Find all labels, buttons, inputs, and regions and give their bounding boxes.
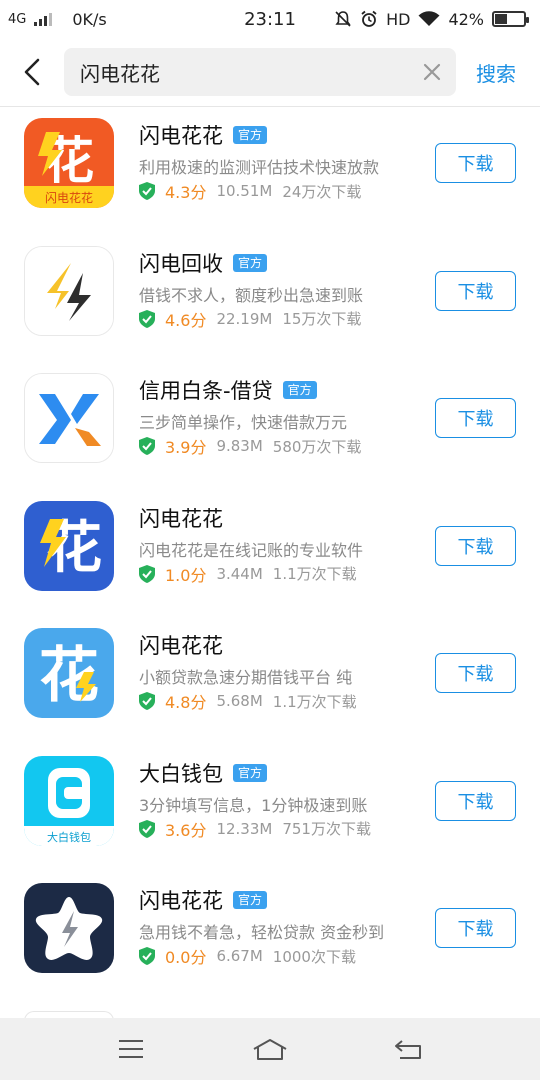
official-badge: 官方 <box>233 763 268 782</box>
app-rating: 4.8分 <box>165 693 207 712</box>
app-icon-wallet-cyan[interactable]: 大白钱包 <box>24 755 114 846</box>
verified-shield-icon <box>139 947 155 965</box>
app-size: 10.51M <box>216 182 273 200</box>
list-item[interactable]: 花 闪电花花 小额贷款急速分期借钱平台 纯 4.8分 5.68M 1.1万次下载… <box>0 617 540 745</box>
app-rating: 3.9分 <box>165 438 207 457</box>
download-button[interactable]: 下载 <box>435 525 516 566</box>
hd-indicator: HD <box>386 9 411 29</box>
verified-shield-icon <box>139 437 155 455</box>
app-description: 借钱不求人，额度秒出急速到账 <box>139 285 364 305</box>
verified-shield-icon <box>139 564 155 583</box>
app-downloads: 1000次下载 <box>272 947 356 966</box>
clock: 23:11 <box>244 8 296 30</box>
system-nav-bar <box>0 1018 540 1080</box>
list-item[interactable]: 闪电花花 官方 急用钱不着急，轻松贷款 资金秒到 0.0分 6.67M 1000… <box>0 872 540 1000</box>
verified-shield-icon <box>139 819 155 838</box>
alarm-icon <box>361 10 377 27</box>
wifi-icon <box>418 11 440 26</box>
signal-icon <box>34 12 53 26</box>
search-button[interactable]: 搜索 <box>476 58 516 87</box>
app-size: 22.19M <box>216 309 273 328</box>
verified-shield-icon <box>139 309 155 328</box>
app-size: 12.33M <box>216 819 273 838</box>
status-bar: 4G 0K/s 23:11 HD 42% <box>0 0 540 38</box>
app-downloads: 580万次下载 <box>272 437 362 456</box>
download-button[interactable]: 下载 <box>435 143 516 183</box>
verified-shield-icon <box>139 692 155 710</box>
chevron-left-icon <box>24 58 40 86</box>
app-description: 三步简单操作，快速借款万元 <box>139 413 348 432</box>
app-name: 闪电回收 <box>139 251 223 276</box>
list-item[interactable]: 闪电回收 官方 借钱不求人，额度秒出急速到账 4.6分 22.19M 15万次下… <box>0 235 540 363</box>
download-button[interactable]: 下载 <box>435 653 516 693</box>
mute-icon <box>335 11 351 27</box>
download-button[interactable]: 下载 <box>435 270 516 311</box>
app-size: 5.68M <box>216 692 263 710</box>
list-item[interactable]: 花 闪电花花 闪电花花 官方 利用极速的监测评估技术快速放款 4.3分 10.5… <box>0 107 540 235</box>
network-type: 4G <box>8 11 27 27</box>
app-downloads: 751万次下载 <box>282 820 371 838</box>
list-item[interactable]: 信用白条-借贷 官方 三步简单操作，快速借款万元 3.9分 9.83M 580万… <box>0 362 540 490</box>
app-icon-lightning-bolt-yellow[interactable] <box>24 245 114 336</box>
back-icon <box>394 1040 421 1059</box>
app-size: 9.83M <box>216 437 263 455</box>
list-item[interactable]: 大白钱包 大白钱包 官方 3分钟填写信息，1分钟极速到账 3.6分 12.33M… <box>0 745 540 873</box>
close-icon <box>423 63 441 81</box>
app-downloads: 1.1万次下载 <box>272 565 357 583</box>
app-rating: 4.3分 <box>165 183 207 202</box>
app-description: 利用极速的监测评估技术快速放款 <box>139 158 380 177</box>
app-downloads: 24万次下载 <box>282 182 362 201</box>
app-rating: 1.0分 <box>165 565 207 585</box>
app-icon-lightning-flower-blue[interactable]: 花 <box>24 500 114 591</box>
official-badge: 官方 <box>233 126 268 144</box>
app-description: 急用钱不着急，轻松贷款 资金秒到 <box>139 923 385 942</box>
app-icon-star-bolt-navy[interactable] <box>24 883 114 973</box>
network-speed: 0K/s <box>72 9 107 29</box>
official-badge: 官方 <box>233 253 268 272</box>
battery-icon <box>492 11 529 27</box>
app-store-search-screen: 4G 0K/s 23:11 HD 42% 闪电花花 搜索 花 闪电花花 闪电花花… <box>0 0 540 1080</box>
app-icon-caption: 大白钱包 <box>47 830 91 844</box>
battery-percent: 42% <box>448 9 484 29</box>
app-result-list: 花 闪电花花 闪电花花 官方 利用极速的监测评估技术快速放款 4.3分 10.5… <box>0 107 540 1000</box>
search-header: 搜索 <box>0 38 540 106</box>
nav-back-button[interactable] <box>389 1029 429 1069</box>
app-name: 闪电花花 <box>139 889 223 913</box>
app-size: 3.44M <box>216 564 263 583</box>
app-description: 小额贷款急速分期借钱平台 纯 <box>139 668 353 687</box>
search-box[interactable] <box>64 48 456 96</box>
list-item[interactable]: 花 闪电花花 闪电花花是在线记账的专业软件 1.0分 3.44M 1.1万次下载… <box>0 490 540 618</box>
app-name: 闪电花花 <box>139 634 223 658</box>
download-button[interactable]: 下载 <box>435 780 516 821</box>
app-icon-lightning-flower-orange[interactable]: 花 闪电花花 <box>24 118 114 208</box>
back-button[interactable] <box>0 38 64 106</box>
app-downloads: 1.1万次下载 <box>272 692 357 711</box>
search-input[interactable] <box>80 60 420 84</box>
app-name: 闪电花花 <box>139 506 223 531</box>
menu-button[interactable] <box>111 1029 151 1069</box>
official-badge: 官方 <box>282 381 317 399</box>
app-rating: 4.6分 <box>165 310 207 330</box>
home-button[interactable] <box>250 1029 290 1069</box>
app-description: 3分钟填写信息，1分钟极速到账 <box>139 795 368 815</box>
app-icon-caption: 闪电花花 <box>45 190 93 205</box>
verified-shield-icon <box>139 182 155 200</box>
download-button[interactable]: 下载 <box>435 908 516 948</box>
app-downloads: 15万次下载 <box>282 310 362 328</box>
download-button[interactable]: 下载 <box>435 398 516 438</box>
app-name: 大白钱包 <box>139 761 223 786</box>
clear-search-button[interactable] <box>420 60 444 84</box>
home-icon <box>253 1039 287 1060</box>
app-name: 闪电花花 <box>139 124 223 148</box>
app-rating: 3.6分 <box>165 820 207 840</box>
app-rating: 0.0分 <box>165 948 207 967</box>
app-icon-x-logo-blue-orange[interactable] <box>24 373 114 463</box>
app-icon-flower-lightblue[interactable]: 花 <box>24 628 114 718</box>
official-badge: 官方 <box>233 891 268 909</box>
app-description: 闪电花花是在线记账的专业软件 <box>139 540 364 560</box>
menu-icon <box>119 1040 144 1058</box>
app-size: 6.67M <box>216 947 263 965</box>
app-name: 信用白条-借贷 <box>139 379 273 403</box>
